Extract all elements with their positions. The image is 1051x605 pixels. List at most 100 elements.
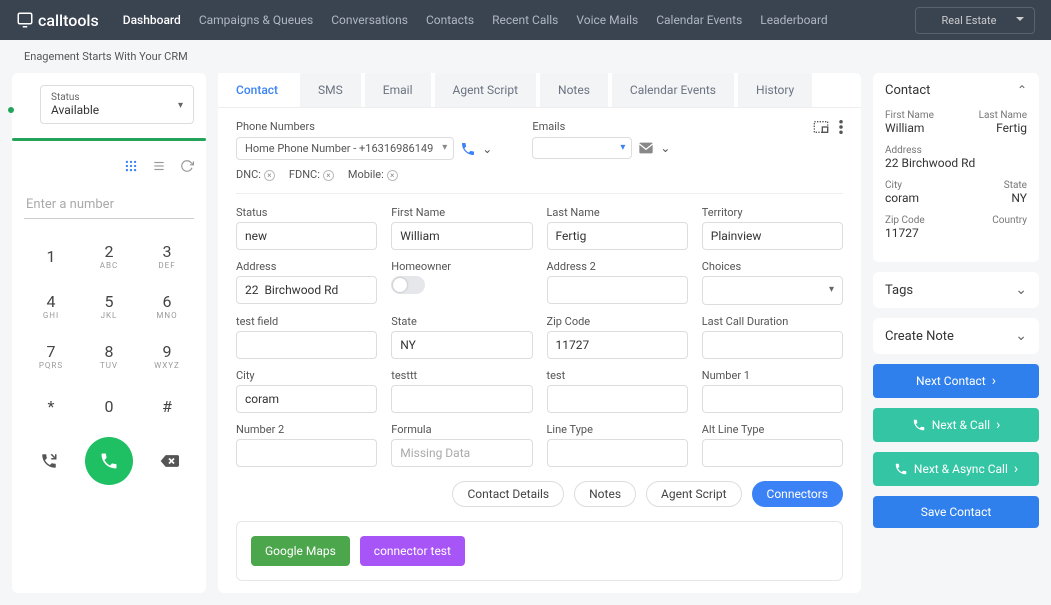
keypad-key-8[interactable]: 8TUV	[82, 333, 136, 379]
state-field[interactable]	[391, 331, 532, 359]
last-name-field[interactable]	[547, 222, 688, 250]
chevron-down-icon	[1015, 282, 1027, 298]
tags-card: Tags	[873, 272, 1039, 308]
keypad-key-1[interactable]: 1	[24, 233, 78, 279]
list-icon[interactable]	[152, 159, 166, 173]
tab-history[interactable]: History	[738, 73, 812, 107]
keypad-key-6[interactable]: 6MNO	[140, 283, 194, 329]
first-name-field[interactable]	[391, 222, 532, 250]
refresh-icon[interactable]	[180, 159, 194, 173]
tab-contact[interactable]: Contact	[218, 73, 296, 107]
nav-item-campaigns-queues[interactable]: Campaigns & Queues	[199, 13, 313, 27]
dnc-row: DNC:× FDNC:× Mobile:×	[236, 168, 843, 181]
next-async-call-button[interactable]: Next & Async Call	[873, 452, 1039, 486]
dialer-panel: Status Available 12ABC3DEF 4GHI5JKL6MNO 7P…	[12, 73, 206, 593]
sub-header: Enagement Starts With Your CRM	[0, 40, 1051, 73]
save-contact-button[interactable]: Save Contact	[873, 496, 1039, 528]
connectors-pill[interactable]: Connectors	[752, 481, 843, 507]
last-call-field[interactable]	[702, 331, 843, 359]
main-nav: Dashboard Campaigns & Queues Conversations…	[123, 13, 828, 27]
chevron-down-icon	[1015, 328, 1027, 344]
fdnc-toggle[interactable]: ×	[323, 170, 334, 181]
more-options-icon[interactable]	[839, 120, 843, 134]
status-field[interactable]	[236, 222, 377, 250]
status-indicator-dot	[8, 107, 14, 113]
keypad-key-7[interactable]: 7PQRS	[24, 333, 78, 379]
connectors-box: Google Maps connector test	[236, 521, 843, 581]
notes-pill[interactable]: Notes	[574, 481, 636, 507]
test2-field[interactable]	[547, 385, 688, 413]
address-field[interactable]	[236, 276, 377, 304]
tab-calendar-events[interactable]: Calendar Events	[612, 73, 734, 107]
keypad-key-2[interactable]: 2ABC	[82, 233, 136, 279]
keypad-key-5[interactable]: 5JKL	[82, 283, 136, 329]
number1-field[interactable]	[702, 385, 843, 413]
homeowner-toggle[interactable]	[391, 276, 425, 294]
contact-panel: ContactSMSEmailAgent ScriptNotesCalendar…	[218, 73, 861, 593]
city-field[interactable]	[236, 385, 377, 413]
keypad-key-0[interactable]: 0	[82, 383, 136, 429]
tab-agent-script[interactable]: Agent Script	[435, 73, 537, 107]
phone-number-input[interactable]	[24, 191, 194, 219]
dial-button[interactable]	[85, 437, 133, 485]
phone-number-select[interactable]: Home Phone Number - +16316986149	[236, 137, 454, 160]
top-bar: calltools Dashboard Campaigns & Queues Con…	[0, 0, 1051, 40]
mobile-toggle[interactable]: ×	[387, 170, 398, 181]
keypad-key-4[interactable]: 4GHI	[24, 283, 78, 329]
alt-line-field[interactable]	[702, 439, 843, 467]
test-field[interactable]	[236, 331, 377, 359]
status-bar	[12, 138, 206, 141]
agent-script-pill[interactable]: Agent Script	[646, 481, 742, 507]
tags-card-header[interactable]: Tags	[873, 272, 1039, 308]
territory-field[interactable]	[702, 222, 843, 250]
zip-field[interactable]	[547, 331, 688, 359]
call-icon[interactable]	[460, 141, 476, 157]
keypad-key-*[interactable]: *	[24, 383, 78, 429]
backspace-icon[interactable]	[155, 447, 183, 475]
nav-item-dashboard[interactable]: Dashboard	[123, 13, 181, 27]
testtt-field[interactable]	[391, 385, 532, 413]
chevron-down-icon[interactable]: ⌄	[660, 141, 670, 155]
dnc-toggle[interactable]: ×	[264, 170, 275, 181]
phone-numbers-label: Phone Numbers	[236, 120, 492, 133]
mail-icon[interactable]	[638, 141, 654, 155]
nav-item-contacts[interactable]: Contacts	[426, 13, 474, 27]
contact-card: Contact First NameWilliamLast NameFertig…	[873, 73, 1039, 262]
industry-dropdown[interactable]: Real Estate	[915, 7, 1035, 34]
nav-item-calendar-events[interactable]: Calendar Events	[656, 13, 742, 27]
next-contact-button[interactable]: Next Contact	[873, 364, 1039, 398]
expand-icon[interactable]	[813, 120, 829, 134]
number2-field[interactable]	[236, 439, 377, 467]
address2-field[interactable]	[547, 276, 688, 304]
line-type-field[interactable]	[547, 439, 688, 467]
next-call-button[interactable]: Next & Call	[873, 408, 1039, 442]
connector-test-button[interactable]: connector test	[360, 536, 465, 566]
keypad-key-9[interactable]: 9WXYZ	[140, 333, 194, 379]
keypad-key-3[interactable]: 3DEF	[140, 233, 194, 279]
formula-field[interactable]	[391, 439, 532, 467]
keypad-key-#[interactable]: #	[140, 383, 194, 429]
brand-logo: calltools	[16, 11, 99, 30]
contact-tabs: ContactSMSEmailAgent ScriptNotesCalendar…	[218, 73, 861, 108]
keypad-icon[interactable]	[124, 159, 138, 173]
contact-card-header[interactable]: Contact	[873, 73, 1039, 108]
nav-item-recent-calls[interactable]: Recent Calls	[492, 13, 558, 27]
nav-item-voice-mails[interactable]: Voice Mails	[576, 13, 638, 27]
choices-select[interactable]	[702, 276, 843, 305]
create-note-header[interactable]: Create Note	[873, 318, 1039, 354]
google-maps-button[interactable]: Google Maps	[251, 536, 350, 566]
contact-form: Status First Name Last Name Territory Ad…	[236, 206, 843, 467]
nav-item-conversations[interactable]: Conversations	[331, 13, 408, 27]
tab-sms[interactable]: SMS	[300, 73, 361, 107]
emails-label: Emails	[532, 120, 670, 133]
chevron-down-icon[interactable]: ⌄	[482, 142, 492, 156]
phone-icon	[894, 462, 908, 476]
nav-item-leaderboard[interactable]: Leaderboard	[760, 13, 827, 27]
phone-logo-icon	[16, 11, 34, 29]
status-dropdown[interactable]: Status Available	[40, 85, 194, 124]
outgoing-call-icon[interactable]	[35, 447, 63, 475]
contact-details-pill[interactable]: Contact Details	[452, 481, 564, 507]
email-select[interactable]	[532, 137, 632, 159]
tab-notes[interactable]: Notes	[540, 73, 608, 107]
tab-email[interactable]: Email	[365, 73, 431, 107]
